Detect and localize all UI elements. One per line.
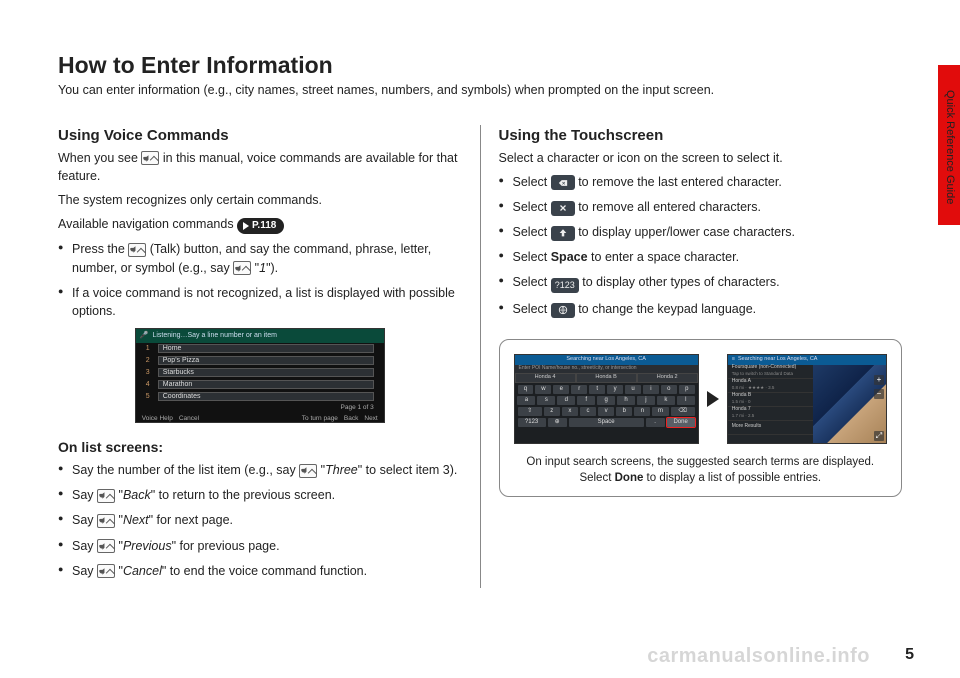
right-column: Using the Touchscreen Select a character… [480,125,903,588]
voice-bullet-1: Press the (Talk) button, and say the com… [58,240,462,276]
heading-list-screens: On list screens: [58,437,462,457]
list-bullet-1: Say the number of the list item (e.g., s… [58,461,462,479]
zoom-in-icon: + [874,375,884,385]
talk-icon [128,243,146,257]
globe-icon [551,303,575,318]
talk-icon [97,539,115,553]
talk-icon [233,261,251,275]
page-title: How to Enter Information [58,52,902,79]
talk-icon [97,564,115,578]
talk-icon [97,514,115,528]
voice-bullet-2: If a voice command is not recognized, a … [58,284,462,320]
touch-bullet-6: Select to change the keypad language. [499,300,903,318]
keyboard-screenshot: Searching near Los Angeles, CA Enter POI… [514,354,699,444]
voice-p3: Available navigation commands P.118 [58,215,462,234]
page-ref-pill: P.118 [237,218,284,235]
voice-p1: When you see in this manual, voice comma… [58,149,462,185]
symbols-key: ?123 [551,278,579,293]
keyboard-callout: Searching near Los Angeles, CA Enter POI… [499,339,903,497]
page-number: 5 [905,646,914,664]
mic-icon: 🎤 [140,331,149,341]
talk-icon [141,151,159,165]
fullscreen-icon: ⤢ [874,431,884,441]
clear-icon [551,201,575,216]
list-bullet-2: Say "Back" to return to the previous scr… [58,486,462,504]
voice-list-screenshot: 🎤Listening…Say a line number or an item … [135,328,385,423]
list-bullet-4: Say "Previous" for previous page. [58,537,462,555]
touch-bullet-1: Select to remove the last entered charac… [499,173,903,191]
page-content: How to Enter Information You can enter i… [58,52,902,638]
list-bullet-3: Say "Next" for next page. [58,511,462,529]
section-side-label: Quick Reference Guide [944,90,956,204]
touch-bullet-4: Select Space to enter a space character. [499,248,903,266]
shift-icon [551,226,575,241]
heading-voice-commands: Using Voice Commands [58,125,462,147]
touch-bullet-5: Select ?123 to display other types of ch… [499,273,903,293]
touch-bullet-2: Select to remove all entered characters. [499,198,903,216]
touch-p1: Select a character or icon on the screen… [499,149,903,167]
arrow-right-icon [707,391,719,407]
heading-touchscreen: Using the Touchscreen [499,125,903,147]
backspace-icon [551,175,575,190]
list-bullet-5: Say "Cancel" to end the voice command fu… [58,562,462,580]
results-screenshot: ≡Searching near Los Angeles, CA Foursqua… [727,354,887,444]
callout-caption: On input search screens, the suggested s… [514,454,888,486]
watermark: carmanualsonline.info [647,645,870,668]
talk-icon [97,489,115,503]
left-column: Using Voice Commands When you see in thi… [58,125,480,588]
touch-bullet-3: Select to display upper/lower case chara… [499,223,903,241]
done-key-highlight: Done [667,418,695,427]
voice-p2: The system recognizes only certain comma… [58,191,462,209]
talk-icon [299,464,317,478]
zoom-out-icon: − [874,389,884,399]
page-intro: You can enter information (e.g., city na… [58,83,902,97]
